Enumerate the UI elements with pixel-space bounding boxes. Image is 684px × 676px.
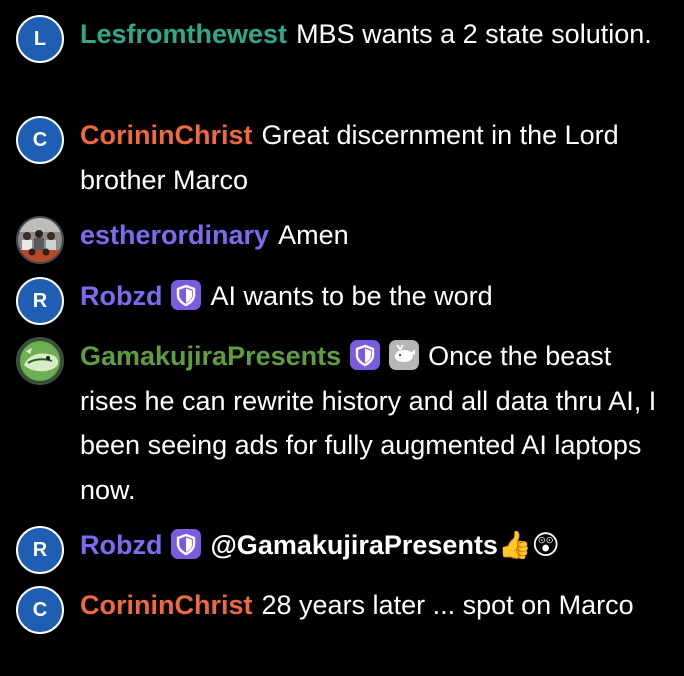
username[interactable]: CorininChrist — [80, 590, 253, 620]
green-creature-avatar-icon — [18, 339, 62, 383]
chat-message: GamakujiraPresents Once the beast rises h… — [16, 336, 674, 512]
message-text: AI wants to be the word — [210, 281, 493, 311]
moderator-shield-icon[interactable] — [171, 280, 202, 310]
message-body: estherordinary Amen — [80, 213, 674, 258]
chat-message: C CorininChrist Great discernment in the … — [16, 115, 674, 202]
avatar[interactable]: R — [16, 277, 64, 325]
avatar[interactable]: C — [16, 586, 64, 634]
username[interactable]: GamakujiraPresents — [80, 341, 341, 371]
chat-message: L Lesfromthewest MBS wants a 2 state solu… — [16, 14, 674, 63]
message-body: Robzd @GamakujiraPresents👍😲 — [80, 523, 674, 569]
avatar-letter: R — [32, 289, 48, 312]
mention-link[interactable]: @GamakujiraPresents — [210, 530, 497, 560]
avatar-letter: R — [32, 538, 48, 561]
chat-message: R Robzd AI wants to be the word — [16, 276, 674, 325]
message-body: Robzd AI wants to be the word — [80, 274, 674, 319]
message-text: 28 years later ... spot on Marco — [261, 590, 634, 620]
username[interactable]: CorininChrist — [80, 120, 253, 150]
chat-message: estherordinary Amen — [16, 215, 674, 264]
avatar[interactable] — [16, 216, 64, 264]
chat-message: C CorininChrist 28 years later ... spot o… — [16, 585, 674, 634]
moderator-shield-icon[interactable] — [350, 340, 381, 370]
avatar[interactable]: R — [16, 526, 64, 574]
avatar-letter: L — [33, 27, 47, 50]
emoji-reaction: 👍😲 — [497, 530, 560, 561]
avatar[interactable] — [16, 337, 64, 385]
whale-badge-icon[interactable] — [389, 340, 420, 370]
message-body: CorininChrist 28 years later ... spot on … — [80, 583, 674, 628]
moderator-shield-icon[interactable] — [171, 529, 202, 559]
username[interactable]: Lesfromthewest — [80, 19, 287, 49]
message-text: Amen — [278, 220, 349, 250]
avatar[interactable]: L — [16, 15, 64, 63]
chat-message: R Robzd @GamakujiraPresents👍😲 — [16, 525, 674, 574]
message-body: CorininChrist Great discernment in the Lo… — [80, 113, 674, 202]
avatar[interactable]: C — [16, 116, 64, 164]
message-body: Lesfromthewest MBS wants a 2 state soluti… — [80, 12, 674, 57]
avatar-letter: C — [32, 128, 48, 151]
message-text: MBS wants a 2 state solution. — [296, 19, 652, 49]
username[interactable]: Robzd — [80, 530, 162, 560]
message-body: GamakujiraPresents Once the beast rises h… — [80, 334, 674, 512]
username[interactable]: estherordinary — [80, 220, 269, 250]
avatar-letter: C — [32, 598, 48, 621]
group-photo-avatar-icon — [18, 218, 62, 262]
username[interactable]: Robzd — [80, 281, 162, 311]
